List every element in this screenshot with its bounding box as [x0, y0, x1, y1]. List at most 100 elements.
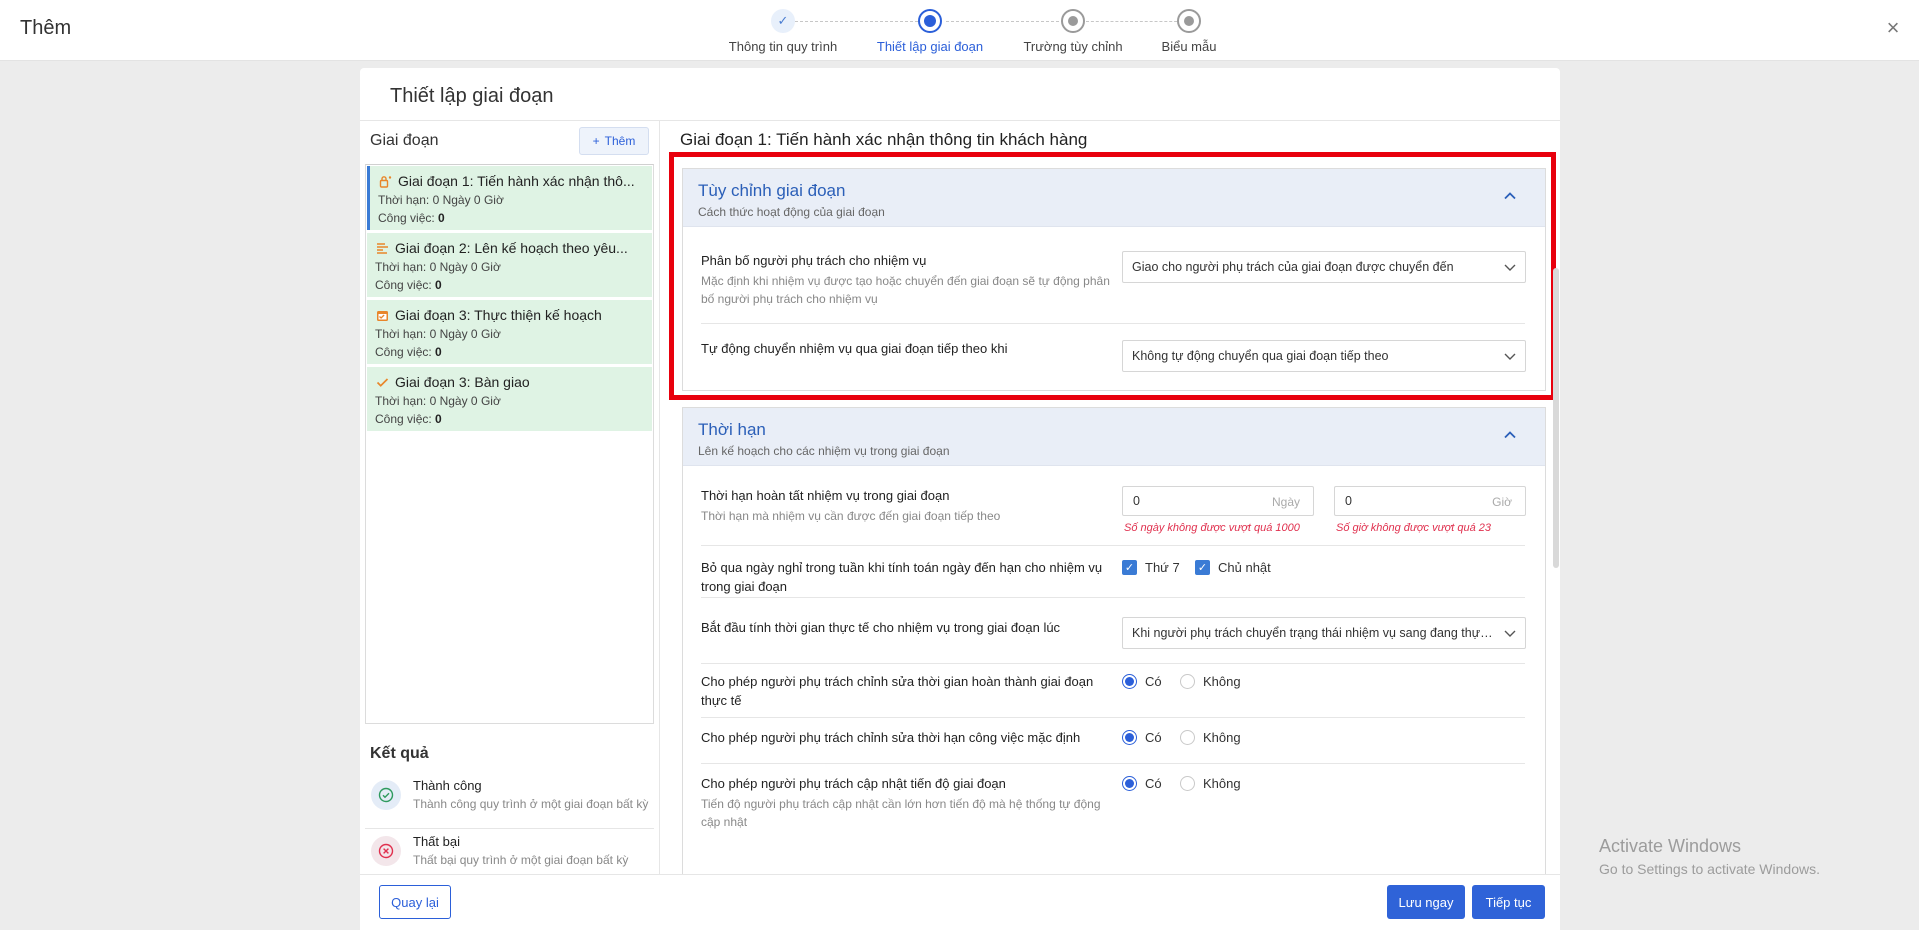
stage-title: Giai đoạn 3: Thực thiện kế hoạch	[395, 307, 602, 323]
card-title: Thiết lập giai đoạn	[390, 85, 554, 107]
stage-detail-title: Giai đoạn 1: Tiến hành xác nhận thông ti…	[680, 130, 1088, 149]
input-value: 0	[1345, 494, 1352, 508]
deadline-label: Thời hạn:	[375, 260, 427, 274]
stage-item[interactable]: Giai đoạn 3: Thực thiện kế hoạch Thời hạ…	[367, 300, 652, 364]
radio-label: Không	[1203, 730, 1241, 745]
stage-item[interactable]: Giai đoạn 1: Tiến hành xác nhận thô... T…	[367, 166, 652, 230]
hours-input[interactable]: 0 Giờ	[1334, 486, 1526, 516]
scrollbar[interactable]	[1553, 268, 1559, 568]
divider	[701, 717, 1525, 718]
edit-complete-row: Cho phép người phụ trách chỉnh sửa thời …	[701, 672, 1111, 710]
stage-item[interactable]: Giai đoạn 3: Bàn giao Thời hạn: 0 Ngày 0…	[367, 367, 652, 431]
divider	[701, 763, 1525, 764]
add-stage-label: Thêm	[604, 134, 636, 148]
save-button[interactable]: Lưu ngay	[1387, 885, 1465, 919]
close-icon[interactable]: ×	[1881, 16, 1905, 40]
edit-complete-yes-radio[interactable]: Có	[1122, 674, 1162, 689]
edit-default-no-radio[interactable]: Không	[1180, 730, 1241, 745]
skip-holiday-row: Bỏ qua ngày nghỉ trong tuần khi tính toá…	[701, 558, 1111, 596]
field-label: Bỏ qua ngày nghỉ trong tuần khi tính toá…	[701, 560, 1103, 594]
divider	[365, 828, 654, 829]
watermark-subtitle: Go to Settings to activate Windows.	[1599, 861, 1820, 877]
field-label: Bắt đầu tính thời gian thực tế cho nhiệm…	[701, 620, 1061, 635]
deadline-label: Thời hạn:	[375, 327, 427, 341]
section-subtitle: Cách thức hoạt động của giai đoạn	[698, 205, 885, 219]
update-progress-row: Cho phép người phụ trách cập nhật tiến đ…	[701, 774, 1111, 831]
update-progress-no-radio[interactable]: Không	[1180, 776, 1241, 791]
result-success-item[interactable]: Thành công Thành công quy trình ở một gi…	[365, 774, 654, 826]
task-label: Công việc:	[375, 412, 432, 426]
step-stage-setup[interactable]: Thiết lập giai đoạn	[850, 9, 1010, 54]
task-count: 0	[435, 278, 442, 292]
radio-label: Có	[1145, 730, 1162, 745]
task-count: 0	[438, 211, 445, 225]
radio-selected-icon	[1122, 674, 1137, 689]
days-error: Số ngày không được vượt quá 1000	[1124, 522, 1300, 534]
next-button[interactable]: Tiếp tục	[1472, 885, 1545, 919]
section-title: Thời hạn	[698, 420, 766, 439]
section-header[interactable]: Thời hạn Lên kế hoạch cho các nhiệm vụ t…	[683, 408, 1545, 466]
checkbox-label: Chủ nhật	[1218, 560, 1271, 575]
windows-activation-watermark: Activate Windows Go to Settings to activ…	[1599, 836, 1820, 877]
saturday-checkbox[interactable]: ✓ Thứ 7	[1122, 560, 1180, 575]
deadline-value: 0 Ngày 0 Giờ	[432, 193, 504, 207]
radio-selected-icon	[1122, 776, 1137, 791]
result-title: Thất bại	[413, 834, 460, 849]
step-label: Biểu mẫu	[1161, 39, 1217, 54]
stage-setup-card: Thiết lập giai đoạn Giai đoạn + Thêm Gia…	[360, 68, 1560, 930]
task-label: Công việc:	[375, 345, 432, 359]
update-progress-yes-radio[interactable]: Có	[1122, 776, 1162, 791]
radio-empty-icon	[1180, 776, 1195, 791]
step-forms[interactable]: Biểu mẫu	[1109, 9, 1269, 54]
add-stage-button[interactable]: + Thêm	[579, 127, 649, 155]
auto-move-row: Tự động chuyển nhiệm vụ qua giai đoạn ti…	[701, 339, 1111, 358]
input-value: 0	[1133, 494, 1140, 508]
radio-empty-icon	[1180, 730, 1195, 745]
divider	[701, 323, 1525, 324]
sunday-checkbox[interactable]: ✓ Chủ nhật	[1195, 560, 1271, 575]
calendar-icon	[375, 308, 389, 322]
check-circle-icon	[371, 780, 401, 810]
assign-select[interactable]: Giao cho người phụ trách của giai đoạn đ…	[1122, 251, 1526, 283]
section-title: Tùy chỉnh giai đoạn	[698, 181, 846, 200]
field-label: Cho phép người phụ trách chỉnh sửa thời …	[701, 674, 1094, 708]
divider	[701, 663, 1525, 664]
edit-default-row: Cho phép người phụ trách chỉnh sửa thời …	[701, 728, 1111, 747]
start-time-row: Bắt đầu tính thời gian thực tế cho nhiệm…	[701, 618, 1111, 637]
deadline-label: Thời hạn:	[375, 394, 427, 408]
chevron-up-icon[interactable]	[1503, 428, 1517, 442]
edit-complete-no-radio[interactable]: Không	[1180, 674, 1241, 689]
assign-row: Phân bố người phụ trách cho nhiệm vụ Mặc…	[701, 251, 1111, 308]
section-header[interactable]: Tùy chỉnh giai đoạn Cách thức hoạt động …	[683, 169, 1545, 227]
edit-default-yes-radio[interactable]: Có	[1122, 730, 1162, 745]
start-time-select[interactable]: Khi người phụ trách chuyển trạng thái nh…	[1122, 617, 1526, 649]
stage-title: Giai đoạn 2: Lên kế hoạch theo yêu...	[395, 240, 628, 256]
top-bar: Thêm ✓ Thông tin quy trình Thiết lập gia…	[0, 0, 1919, 61]
days-input[interactable]: 0 Ngày	[1122, 486, 1314, 516]
select-value: Không tự động chuyển qua giai đoạn tiếp …	[1132, 349, 1389, 363]
active-step-icon	[918, 9, 942, 33]
result-desc: Thành công quy trình ở một giai đoạn bất…	[413, 797, 649, 811]
checkbox-label: Thứ 7	[1145, 560, 1180, 575]
task-label: Công việc:	[375, 278, 432, 292]
deadline-value: 0 Ngày 0 Giờ	[429, 394, 501, 408]
field-label: Cho phép người phụ trách chỉnh sửa thời …	[701, 730, 1081, 745]
radio-label: Không	[1203, 674, 1241, 689]
deadline-value: 0 Ngày 0 Giờ	[429, 327, 501, 341]
task-count: 0	[435, 345, 442, 359]
stage-title: Giai đoạn 3: Bàn giao	[395, 374, 530, 390]
x-circle-icon	[371, 836, 401, 866]
input-unit: Giờ	[1492, 495, 1512, 509]
lock-clock-icon	[378, 174, 392, 188]
checkbox-checked-icon: ✓	[1195, 560, 1210, 575]
divider	[701, 545, 1525, 546]
stage-item[interactable]: Giai đoạn 2: Lên kế hoạch theo yêu... Th…	[367, 233, 652, 297]
back-button[interactable]: Quay lại	[379, 885, 451, 919]
result-title: Thành công	[413, 778, 482, 793]
radio-label: Có	[1145, 674, 1162, 689]
step-process-info[interactable]: ✓ Thông tin quy trình	[703, 9, 863, 54]
field-label: Cho phép người phụ trách cập nhật tiến đ…	[701, 776, 1006, 791]
chevron-up-icon[interactable]	[1503, 189, 1517, 203]
auto-move-select[interactable]: Không tự động chuyển qua giai đoạn tiếp …	[1122, 340, 1526, 372]
radio-empty-icon	[1180, 674, 1195, 689]
